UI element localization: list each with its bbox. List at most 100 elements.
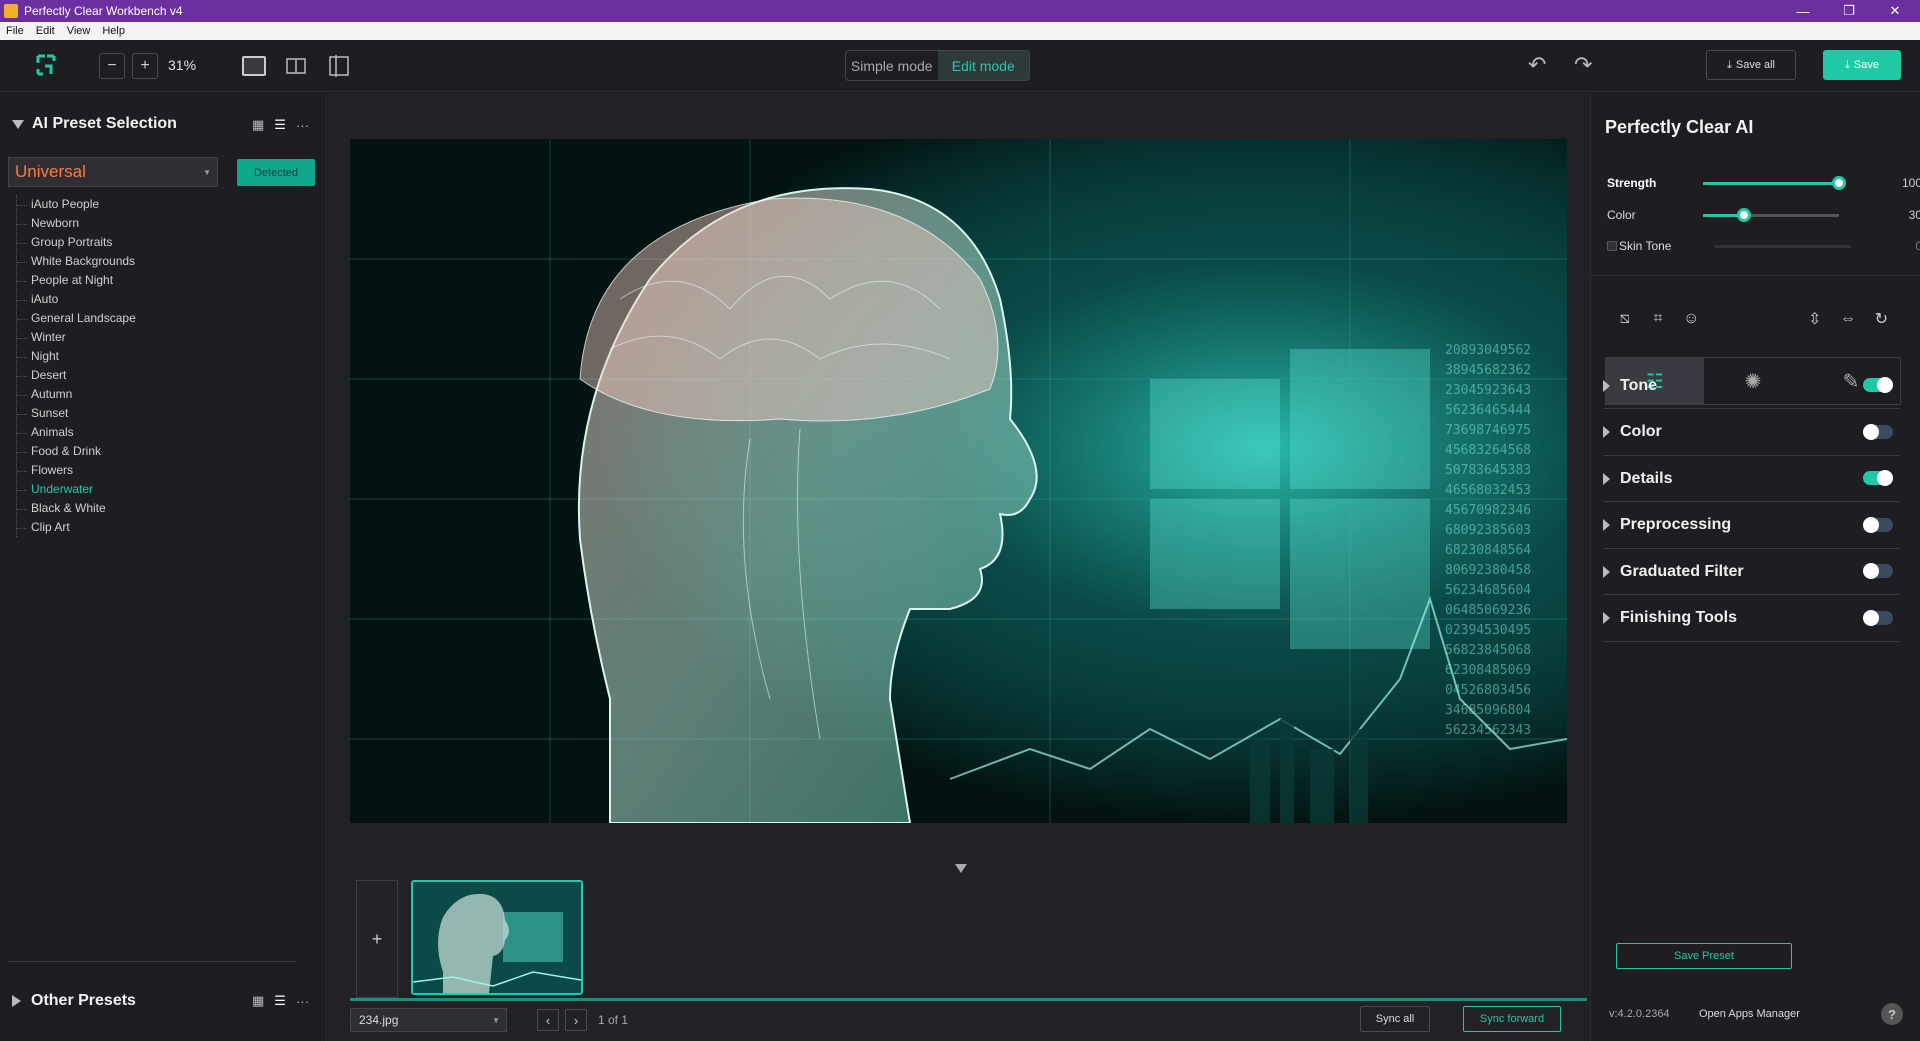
detected-button[interactable]: Detected [237, 159, 315, 186]
preset-item[interactable]: People at Night [17, 271, 306, 290]
section-title: Preprocessing [1620, 516, 1732, 533]
svg-text:56234562343: 56234562343 [1445, 723, 1531, 738]
preset-item[interactable]: Underwater [17, 480, 306, 499]
preset-item[interactable]: White Backgrounds [17, 252, 306, 271]
zoom-out-button[interactable]: − [99, 53, 125, 79]
split-view-icon[interactable] [286, 58, 306, 74]
preset-item[interactable]: Food & Drink [17, 442, 306, 461]
other-presets-header[interactable]: Other Presets [12, 992, 136, 1010]
list-view-icon[interactable]: ☰ [274, 117, 286, 133]
toggle-knob [1863, 423, 1879, 440]
svg-text:80692380458: 80692380458 [1445, 563, 1531, 578]
list-view-icon[interactable]: ☰ [274, 993, 286, 1009]
section-toggle[interactable] [1863, 516, 1893, 533]
menu-view[interactable]: View [67, 25, 91, 37]
close-button[interactable]: ✕ [1872, 0, 1918, 22]
menu-file[interactable]: File [6, 25, 24, 37]
section-color[interactable]: Color [1603, 410, 1899, 456]
section-toggle[interactable] [1863, 377, 1893, 393]
section-toggle[interactable] [1863, 609, 1893, 626]
preset-category-select[interactable]: Universal ▼ [8, 157, 218, 187]
menu-help[interactable]: Help [102, 25, 125, 37]
svg-text:23045923643: 23045923643 [1445, 383, 1531, 398]
save-button[interactable]: ⤓ Save [1823, 50, 1901, 80]
sync-all-button[interactable]: Sync all [1360, 1006, 1430, 1032]
preset-item[interactable]: Group Portraits [17, 233, 306, 252]
grid-view-icon[interactable]: ▦ [252, 117, 264, 133]
section-tone[interactable]: Tone [1603, 363, 1899, 409]
menu-edit[interactable]: Edit [36, 25, 55, 37]
preset-item[interactable]: Winter [17, 328, 306, 347]
app-logo-icon[interactable] [36, 54, 56, 76]
file-select[interactable]: 234.jpg ▼ [350, 1008, 507, 1032]
zoom-in-button[interactable]: + [132, 53, 158, 79]
section-toggle[interactable] [1863, 563, 1893, 579]
section-preprocessing[interactable]: Preprocessing [1603, 503, 1899, 549]
skin-tone-checkbox[interactable] [1607, 241, 1617, 251]
filmstrip-scrollbar[interactable] [350, 998, 1587, 1001]
section-toggle[interactable] [1863, 470, 1893, 486]
ai-preset-header[interactable]: AI Preset Selection [12, 115, 177, 133]
svg-text:62308485069: 62308485069 [1445, 663, 1531, 678]
preset-item[interactable]: Night [17, 347, 306, 366]
flip-vertical-icon[interactable]: ⇳ [1805, 308, 1824, 330]
redo-icon[interactable]: ↷ [1574, 52, 1592, 78]
right-panel: Perfectly Clear AI Strength 100 Color 30… [1590, 93, 1920, 1041]
edit-mode-tab[interactable]: Edit mode [937, 51, 1029, 80]
simple-mode-tab[interactable]: Simple mode [846, 51, 938, 80]
svg-text:20893049562: 20893049562 [1445, 343, 1531, 358]
open-apps-manager-link[interactable]: Open Apps Manager [1699, 1008, 1800, 1020]
add-image-button[interactable]: + [356, 880, 398, 998]
preset-item[interactable]: iAuto [17, 290, 306, 309]
preset-item[interactable]: iAuto People [17, 195, 306, 214]
save-preset-button[interactable]: Save Preset [1616, 943, 1792, 969]
preset-item[interactable]: Desert [17, 366, 306, 385]
more-options-icon[interactable]: ··· [296, 118, 309, 133]
color-knob[interactable] [1736, 207, 1751, 222]
preset-item[interactable]: General Landscape [17, 309, 306, 328]
preset-item[interactable]: Flowers [17, 461, 306, 480]
levels-icon[interactable]: ⧅ [1615, 308, 1634, 330]
svg-text:68092385603: 68092385603 [1445, 523, 1531, 538]
main-image-canvas[interactable]: 20893049562 38945682362 23045923643 562364… [350, 139, 1567, 823]
section-toggle[interactable] [1863, 423, 1893, 440]
grid-view-icon[interactable]: ▦ [252, 993, 264, 1009]
svg-text:45683264568: 45683264568 [1445, 443, 1531, 458]
color-slider[interactable]: Color 30 [1607, 205, 1920, 225]
zoom-level: 31% [168, 57, 197, 73]
section-title: Details [1620, 469, 1673, 487]
preset-item[interactable]: Clip Art [17, 518, 306, 537]
crop-icon[interactable]: ⌗ [1648, 308, 1667, 330]
prev-image-button[interactable]: ‹ [537, 1009, 559, 1031]
save-label: Save [1853, 59, 1879, 71]
preset-item[interactable]: Sunset [17, 404, 306, 423]
minimize-button[interactable]: — [1780, 0, 1826, 22]
preset-item[interactable]: Autumn [17, 385, 306, 404]
section-title: Tone [1620, 376, 1658, 394]
preset-item[interactable]: Black & White [17, 499, 306, 518]
strength-track[interactable] [1703, 175, 1846, 190]
help-icon[interactable]: ? [1881, 1003, 1903, 1025]
preset-item[interactable]: Animals [17, 423, 306, 442]
compare-view-icon[interactable] [328, 55, 350, 77]
section-details[interactable]: Details [1603, 456, 1899, 502]
flip-horizontal-icon[interactable]: ⇔ [1838, 308, 1857, 330]
expand-triangle-icon [1603, 426, 1610, 438]
save-all-button[interactable]: ⤓ Save all [1706, 50, 1796, 80]
rotate-icon[interactable]: ↻ [1872, 308, 1891, 330]
sync-forward-button[interactable]: Sync forward [1463, 1006, 1561, 1032]
maximize-button[interactable]: ❐ [1826, 0, 1872, 22]
single-view-icon[interactable] [242, 56, 266, 76]
collapse-filmstrip-icon[interactable] [955, 864, 967, 873]
more-options-icon[interactable]: ··· [296, 994, 309, 1009]
filmstrip-thumbnail[interactable] [411, 880, 583, 995]
face-icon[interactable]: ☺ [1682, 308, 1701, 330]
section-graduated-filter[interactable]: Graduated Filter [1603, 549, 1899, 595]
next-image-button[interactable]: › [565, 1009, 587, 1031]
section-finishing-tools[interactable]: Finishing Tools [1603, 596, 1899, 642]
strength-knob[interactable] [1832, 175, 1846, 190]
preset-item[interactable]: Newborn [17, 214, 306, 233]
undo-icon[interactable]: ↶ [1528, 52, 1546, 78]
strength-slider[interactable]: Strength 100 [1607, 173, 1920, 193]
color-track[interactable] [1703, 207, 1839, 222]
